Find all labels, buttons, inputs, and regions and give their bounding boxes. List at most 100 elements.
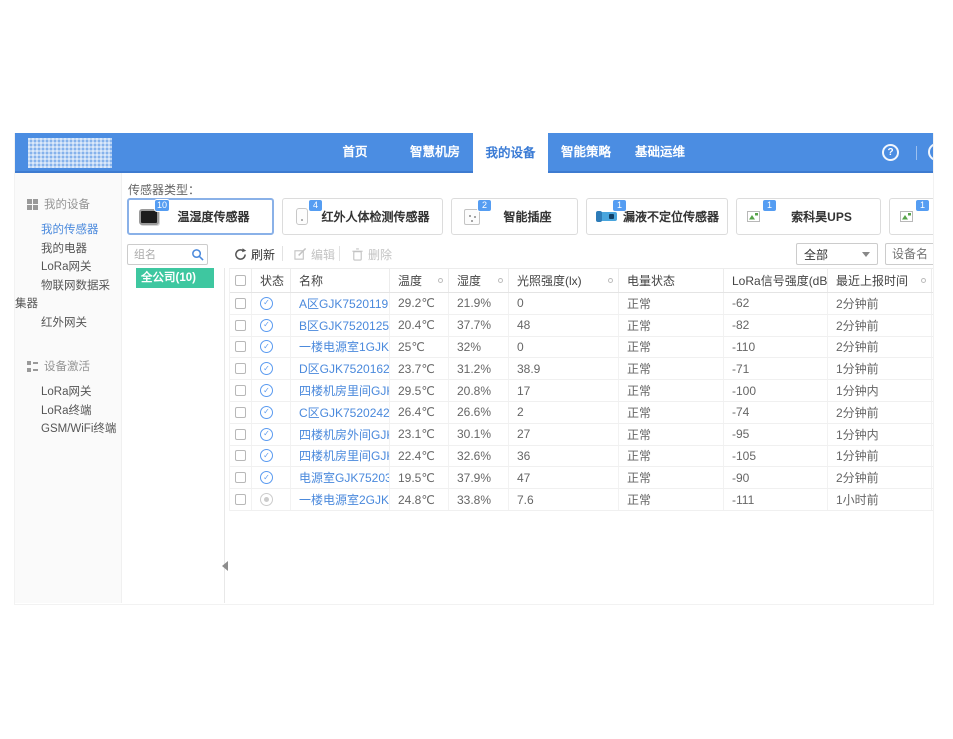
row-checkbox[interactable] (235, 429, 246, 440)
device-name-link[interactable]: D区GJK7520162 (299, 360, 389, 377)
table-row[interactable]: B区GJK7520125 20.4℃ 37.7% 48 正常 -82 2分钟前 (230, 315, 934, 337)
sidebar-section-title: 设备激活 (44, 358, 90, 374)
device-name-link[interactable]: 电源室GJK7520312 (299, 469, 389, 486)
filter-dropdown[interactable]: 全部 (796, 243, 878, 265)
edit-button[interactable]: 编辑 (294, 246, 335, 263)
table-row[interactable]: 一楼电源室2GJK752... 24.8℃ 33.8% 7.6 正常 -111 … (230, 489, 934, 511)
humidity-cell: 33.8% (449, 489, 509, 510)
toolbar-separator (282, 246, 283, 261)
status-icon (260, 297, 273, 310)
col-temperature[interactable]: 温度 (390, 269, 449, 292)
table-row[interactable]: 四楼机房里间GJK75... 22.4℃ 32.6% 36 正常 -105 1分… (230, 446, 934, 468)
temperature-cell: 19.5℃ (390, 467, 449, 488)
battery-cell: 正常 (619, 467, 724, 488)
collapse-panel-arrow-icon[interactable] (222, 561, 228, 571)
row-checkbox[interactable] (235, 320, 246, 331)
app-window: 首页 智慧机房 我的设备 智能策略 基础运维 ? 我的设备 我的传感器 我的电器… (14, 133, 934, 605)
device-name-link[interactable]: 四楼机房里间GJK75... (299, 447, 389, 464)
count-badge: 1 (915, 199, 930, 212)
sort-icon[interactable] (608, 278, 613, 283)
sensor-card-smart-socket[interactable]: 2 智能插座 (451, 198, 578, 235)
count-badge: 1 (762, 199, 777, 212)
table-row[interactable]: A区GJK7520119 29.2℃ 21.9% 0 正常 -62 2分钟前 (230, 293, 934, 315)
battery-cell: 正常 (619, 446, 724, 467)
device-name-link[interactable]: A区GJK7520119 (299, 295, 388, 312)
row-checkbox[interactable] (235, 363, 246, 374)
filter-selected-value: 全部 (804, 246, 828, 263)
temperature-cell: 22.4℃ (390, 446, 449, 467)
main-content: 传感器类型： 10 温湿度传感器 4 (122, 173, 933, 603)
light-cell: 38.9 (509, 358, 619, 379)
col-humidity[interactable]: 湿度 (449, 269, 509, 292)
row-checkbox[interactable] (235, 494, 246, 505)
group-item-all-company[interactable]: 全公司(10) (136, 268, 214, 288)
page-canvas: 首页 智慧机房 我的设备 智能策略 基础运维 ? 我的设备 我的传感器 我的电器… (0, 0, 953, 739)
last-report-cell: 2分钟前 (828, 337, 932, 358)
sensor-card-temp-humidity[interactable]: 10 温湿度传感器 (127, 198, 274, 235)
humidity-cell: 32.6% (449, 446, 509, 467)
col-lora-signal[interactable]: LoRa信号强度(dB... (724, 269, 828, 292)
battery-cell: 正常 (619, 293, 724, 314)
sidebar-item-lora-gateway[interactable]: LoRa网关 (15, 258, 121, 277)
search-icon[interactable] (191, 248, 204, 261)
row-checkbox[interactable] (235, 385, 246, 396)
row-checkbox[interactable] (235, 407, 246, 418)
sidebar-item-ir-gateway[interactable]: 红外网关 (15, 314, 121, 333)
sidebar-item-my-sensors[interactable]: 我的传感器 (15, 221, 121, 240)
temperature-cell: 23.1℃ (390, 424, 449, 445)
status-icon (260, 340, 273, 353)
table-row[interactable]: D区GJK7520162 23.7℃ 31.2% 38.9 正常 -71 1分钟… (230, 358, 934, 380)
row-checkbox[interactable] (235, 450, 246, 461)
device-name-input[interactable] (885, 243, 934, 265)
sort-icon[interactable] (498, 278, 503, 283)
table-row[interactable]: C区GJK7520242 26.4℃ 26.6% 2 正常 -74 2分钟前 (230, 402, 934, 424)
col-last-report[interactable]: 最近上报时间 (828, 269, 932, 292)
lora-signal-cell: -71 (724, 358, 828, 379)
device-name-link[interactable]: 四楼机房外间GJK75... (299, 426, 389, 443)
row-checkbox[interactable] (235, 472, 246, 483)
status-icon (260, 428, 273, 441)
device-name-link[interactable]: 一楼电源室2GJK752... (299, 491, 389, 508)
device-name-link[interactable]: B区GJK7520125 (299, 317, 389, 334)
status-icon (260, 406, 273, 419)
sensor-card-leak-detector[interactable]: 1 漏液不定位传感器 (586, 198, 728, 235)
user-icon[interactable] (928, 143, 934, 161)
nav-my-devices[interactable]: 我的设备 (473, 133, 548, 173)
light-cell: 36 (509, 446, 619, 467)
table-row[interactable]: 四楼机房里间GJK75... 29.5℃ 20.8% 17 正常 -100 1分… (230, 380, 934, 402)
sidebar-item-my-appliances[interactable]: 我的电器 (15, 240, 121, 259)
select-all-checkbox[interactable] (235, 275, 246, 286)
refresh-button[interactable]: 刷新 (234, 246, 275, 263)
row-checkbox[interactable] (235, 298, 246, 309)
nav-basic-ops[interactable]: 基础运维 (624, 133, 696, 171)
sensor-card-infrared-body[interactable]: 4 红外人体检测传感器 (282, 198, 443, 235)
count-badge: 1 (612, 199, 627, 212)
sort-icon[interactable] (438, 278, 443, 283)
sensor-card-ups[interactable]: 1 索科昊UPS (736, 198, 881, 235)
sort-icon[interactable] (921, 278, 926, 283)
device-name-link[interactable]: C区GJK7520242 (299, 404, 389, 421)
help-icon[interactable]: ? (882, 144, 899, 161)
table-row[interactable]: 电源室GJK7520312 19.5℃ 37.9% 47 正常 -90 2分钟前 (230, 467, 934, 489)
nav-home[interactable]: 首页 (330, 133, 380, 171)
sensor-card-label: 智能插座 (488, 208, 577, 225)
table-row[interactable]: 一楼电源室1GJK752... 25℃ 32% 0 正常 -110 2分钟前 (230, 337, 934, 359)
sensor-card-clipped[interactable]: 1 (889, 198, 934, 235)
device-name-link[interactable]: 四楼机房里间GJK75... (299, 382, 389, 399)
row-checkbox[interactable] (235, 341, 246, 352)
sidebar-item-iot-collector[interactable]: 物联网数据采集器 (15, 277, 121, 314)
delete-button[interactable]: 删除 (351, 246, 392, 263)
sensor-card-label: 索科昊UPS (773, 208, 880, 225)
nav-smart-room[interactable]: 智慧机房 (399, 133, 471, 171)
device-name-link[interactable]: 一楼电源室1GJK752... (299, 338, 389, 355)
col-light[interactable]: 光照强度(lx) (509, 269, 619, 292)
nav-smart-policy[interactable]: 智能策略 (550, 133, 622, 171)
sidebar-item-activate-lora-gateway[interactable]: LoRa网关 (15, 383, 121, 402)
last-report-cell: 2分钟前 (828, 293, 932, 314)
sidebar-item-activate-lora-terminal[interactable]: LoRa终端 (15, 402, 121, 421)
status-icon (260, 493, 273, 506)
table-row[interactable]: 四楼机房外间GJK75... 23.1℃ 30.1% 27 正常 -95 1分钟… (230, 424, 934, 446)
toolbar-separator (339, 246, 340, 261)
light-cell: 0 (509, 293, 619, 314)
sidebar-item-activate-gsm-wifi-terminal[interactable]: GSM/WiFi终端 (15, 420, 121, 439)
